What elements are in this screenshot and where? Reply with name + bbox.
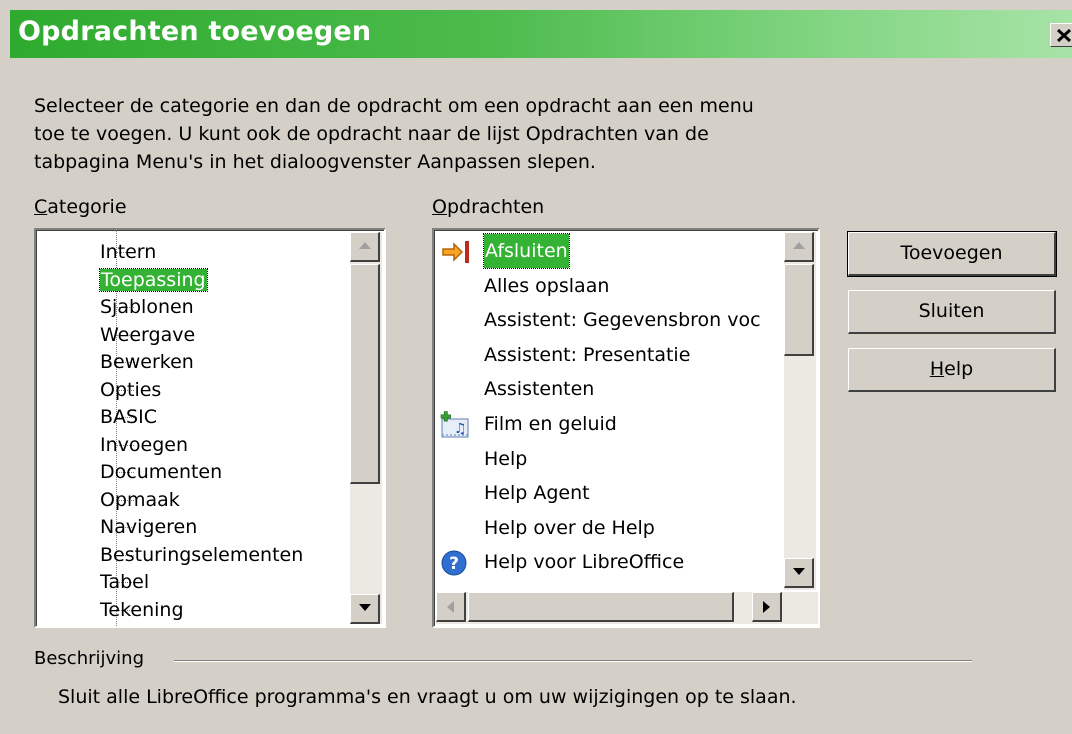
arrow-up-icon	[359, 242, 371, 249]
category-item-label: Bewerken	[100, 351, 194, 373]
category-item-label: Sjablonen	[100, 296, 194, 318]
category-vertical-scrollbar[interactable]	[350, 232, 382, 624]
media-icon: ♫	[440, 411, 470, 439]
category-item-label: Documenten	[100, 461, 223, 483]
scroll-down-button[interactable]	[350, 594, 380, 624]
category-item[interactable]: BASIC	[100, 403, 157, 431]
scroll-thumb[interactable]	[350, 264, 380, 484]
category-item[interactable]: Toepassing	[99, 266, 208, 294]
category-item[interactable]: Tabel	[100, 568, 149, 596]
commands-label-text: pdrachten	[446, 196, 545, 218]
command-item-label: Assistent: Presentatie	[484, 343, 691, 366]
exit-arrow-icon	[440, 238, 470, 266]
svg-text:?: ?	[449, 554, 459, 574]
command-item[interactable]: Assistenten	[440, 372, 780, 406]
scroll-up-button[interactable]	[350, 232, 380, 262]
instructions-text: Selecteer de categorie en dan de opdrach…	[34, 92, 834, 176]
command-item[interactable]: ♫ Film en geluid	[440, 407, 780, 441]
command-item[interactable]: ? Help voor LibreOffice	[440, 545, 780, 579]
command-item[interactable]: Help over de Help	[440, 511, 780, 545]
instructions-line: tabpagina Menu's in het dialoogvenster A…	[34, 151, 596, 173]
category-item[interactable]: Besturingselementen	[100, 541, 303, 569]
description-label: Beschrijving	[34, 648, 144, 669]
command-item-label: Help over de Help	[484, 516, 655, 539]
dialog-title: Opdrachten toevoegen	[18, 16, 372, 47]
scroll-left-button[interactable]	[436, 592, 466, 622]
command-item-label: Help Agent	[484, 482, 590, 505]
instructions-line: toe te voegen. U kunt ook de opdracht na…	[34, 123, 709, 145]
category-item-label: Opties	[100, 378, 162, 401]
commands-vertical-scrollbar[interactable]	[784, 232, 816, 590]
arrow-left-icon	[447, 601, 454, 613]
category-item[interactable]: Documenten	[100, 458, 222, 486]
description-text: Sluit alle LibreOffice programma's en vr…	[58, 686, 797, 708]
command-item-label: Film en geluid	[484, 413, 617, 435]
category-item[interactable]: Tekening	[100, 596, 184, 624]
close-button[interactable]	[1050, 23, 1072, 47]
category-item[interactable]: Opties	[100, 376, 161, 404]
help-mnemonic: H	[929, 358, 945, 380]
command-item-label: Help	[484, 447, 528, 470]
description-separator	[174, 660, 972, 662]
svg-text:♫: ♫	[454, 421, 467, 437]
category-item[interactable]: Navigeren	[100, 513, 197, 541]
category-item[interactable]: Opmaak	[100, 486, 180, 514]
category-item[interactable]: Invoegen	[100, 431, 188, 459]
arrow-down-icon	[793, 568, 805, 575]
help-button-text: elp	[944, 358, 974, 380]
commands-list[interactable]: Afsluiten Alles opslaan Assistent: Gegeven…	[432, 228, 820, 628]
command-item-label: Assistent: Gegevensbron voc	[484, 309, 761, 332]
command-item[interactable]: Alles opslaan	[440, 269, 780, 303]
scroll-up-button[interactable]	[784, 232, 814, 262]
category-item-label: Tekening	[100, 598, 184, 621]
command-item[interactable]: Assistent: Gegevensbron voc	[440, 303, 780, 337]
help-button[interactable]: Help	[848, 348, 1056, 392]
command-item-label: Assistenten	[484, 378, 595, 401]
category-item[interactable]: Bewerken	[100, 348, 194, 376]
category-item-label: Weergave	[100, 323, 196, 346]
command-item[interactable]: Help Agent	[440, 476, 780, 510]
title-bar: Opdrachten toevoegen	[10, 10, 1072, 58]
category-item-label: Navigeren	[100, 516, 198, 538]
command-item[interactable]: Help	[440, 442, 780, 476]
instructions-line: Selecteer de categorie en dan de opdrach…	[34, 95, 754, 117]
arrow-down-icon	[359, 604, 371, 611]
category-item-label: Besturingselementen	[100, 543, 304, 566]
commands-label-mnemonic: O	[432, 196, 447, 218]
scroll-right-button[interactable]	[752, 592, 782, 622]
scroll-thumb[interactable]	[468, 592, 734, 622]
category-label-text: ategorie	[47, 196, 127, 218]
category-tree[interactable]: Intern Toepassing Sjablonen Weergave Bewerke…	[34, 228, 386, 628]
commands-label: Opdrachten	[432, 196, 544, 218]
category-item-label: Tabel	[100, 571, 150, 593]
category-item-label: Invoegen	[100, 433, 188, 456]
category-item[interactable]: Intern	[100, 238, 156, 266]
scroll-down-button[interactable]	[784, 558, 814, 588]
category-item[interactable]: Weergave	[100, 321, 195, 349]
scroll-thumb[interactable]	[784, 264, 814, 356]
category-item-label: BASIC	[100, 406, 157, 428]
category-label: Categorie	[34, 196, 127, 218]
category-item[interactable]: Sjablonen	[100, 293, 194, 321]
category-item-label: Intern	[100, 241, 157, 263]
arrow-right-icon	[763, 601, 770, 613]
command-item-label: Help voor LibreOffice	[484, 551, 685, 574]
close-icon	[1057, 29, 1071, 42]
category-item-label: Opmaak	[100, 488, 180, 511]
command-item[interactable]: Assistent: Presentatie	[440, 338, 780, 372]
category-label-mnemonic: C	[34, 196, 48, 218]
arrow-up-icon	[793, 242, 805, 249]
command-item-label: Alles opslaan	[484, 274, 610, 297]
category-item-label: Toepassing	[99, 267, 208, 292]
help-icon: ?	[440, 549, 470, 577]
command-item-label: Afsluiten	[483, 233, 570, 269]
add-button[interactable]: Toevoegen	[847, 231, 1057, 277]
commands-horizontal-scrollbar[interactable]	[436, 592, 818, 624]
close-dialog-button[interactable]: Sluiten	[848, 290, 1056, 334]
command-item[interactable]: Afsluiten	[440, 233, 780, 269]
